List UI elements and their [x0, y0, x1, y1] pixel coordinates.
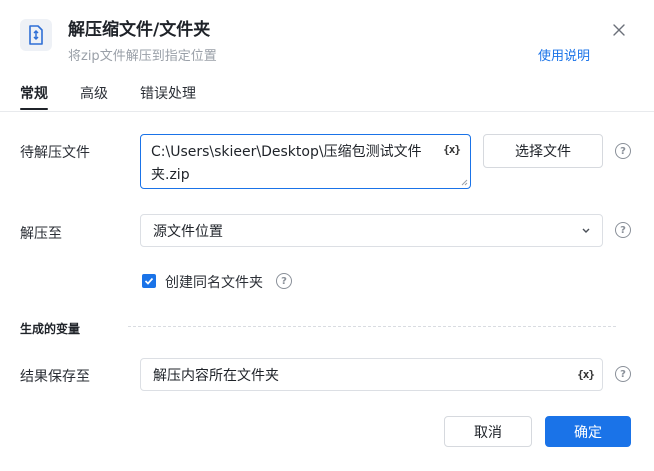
tab-general[interactable]: 常规 — [20, 83, 48, 103]
unzip-file-icon — [20, 19, 52, 51]
extract-to-selected-value: 源文件位置 — [153, 223, 223, 240]
result-variable-value: 解压内容所在文件夹 — [153, 367, 279, 384]
source-file-label: 待解压文件 — [20, 145, 90, 161]
result-label: 结果保存至 — [20, 369, 90, 385]
variable-icon[interactable]: {x} — [577, 368, 595, 381]
resize-grip-icon[interactable] — [461, 179, 468, 186]
chevron-down-icon — [582, 228, 590, 233]
check-icon — [144, 277, 154, 285]
help-icon[interactable]: ? — [276, 273, 292, 289]
help-icon[interactable]: ? — [615, 143, 631, 159]
section-title: 生成的变量 — [20, 322, 81, 336]
source-file-value: C:\Users\skieer\Desktop\压缩包测试文件夹.zip — [151, 144, 422, 183]
help-icon[interactable]: ? — [615, 366, 631, 382]
section-divider — [128, 326, 616, 327]
unzip-dialog: 解压缩文件/文件夹 将zip文件解压到指定位置 使用说明 常规 高级 错误处理 … — [0, 0, 654, 471]
dialog-subtitle: 将zip文件解压到指定位置 — [68, 49, 217, 64]
create-folder-label[interactable]: 创建同名文件夹 — [165, 272, 263, 292]
active-tab-indicator — [20, 108, 48, 110]
help-link[interactable]: 使用说明 — [538, 45, 590, 64]
confirm-button[interactable]: 确定 — [545, 416, 631, 447]
cancel-button[interactable]: 取消 — [444, 416, 532, 447]
source-file-input[interactable]: C:\Users\skieer\Desktop\压缩包测试文件夹.zip {x} — [140, 134, 471, 189]
extract-to-label: 解压至 — [20, 226, 62, 242]
select-file-button[interactable]: 选择文件 — [483, 134, 603, 168]
extract-to-select[interactable]: 源文件位置 — [140, 214, 603, 247]
tab-error-handling[interactable]: 错误处理 — [140, 83, 196, 103]
tab-advanced[interactable]: 高级 — [80, 83, 108, 103]
help-icon[interactable]: ? — [615, 222, 631, 238]
result-variable-input[interactable]: 解压内容所在文件夹 {x} — [140, 358, 603, 391]
tabs-divider — [0, 111, 654, 112]
create-folder-checkbox[interactable] — [142, 274, 156, 288]
dialog-title: 解压缩文件/文件夹 — [68, 20, 211, 40]
variable-icon[interactable]: {x} — [443, 143, 461, 156]
close-icon[interactable] — [609, 20, 629, 40]
